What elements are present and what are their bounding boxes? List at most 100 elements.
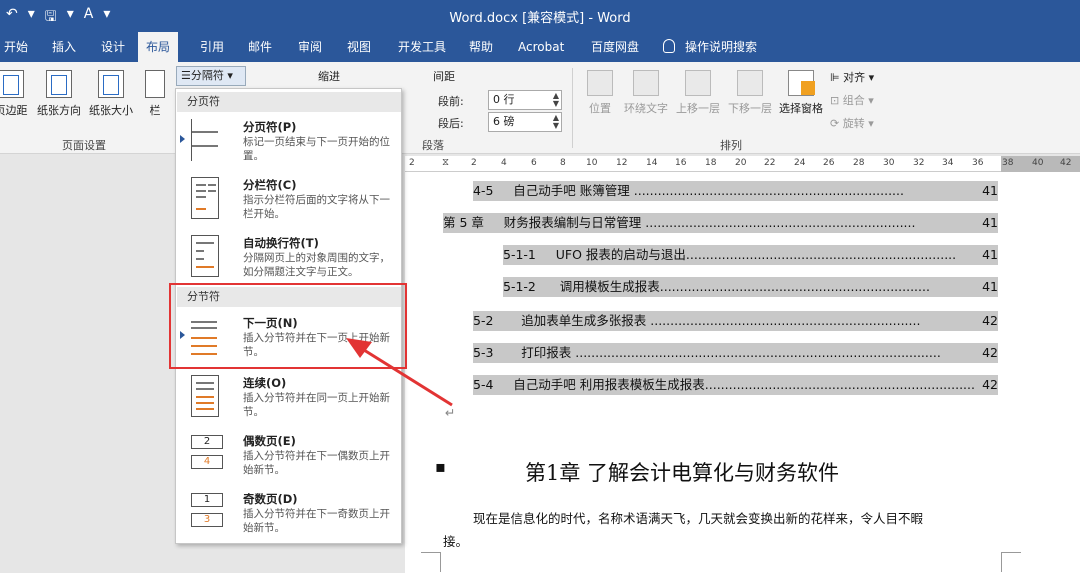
menu-item-text-wrapping-break[interactable]: 自动换行符(T) 分隔网页上的对象周围的文字，如分隔题注文字与正文。 [177,229,401,287]
ruler-tick: 18 [705,158,717,168]
menu-item-page-break[interactable]: 分页符(P) 标记一页结束与下一页开始的位置。 [177,113,401,171]
ruler-tick: 34 [942,158,954,168]
toc-number: 5-1-2 [503,279,536,294]
document-page[interactable]: 4-5 自己动手吧 账簿管理 .........................… [405,172,1080,573]
ruler-tick: 20 [735,158,747,168]
toc-number: 第 5 章 [443,215,484,230]
tell-me-search[interactable]: 操作说明搜索 [663,32,757,62]
columns-label: 栏 [149,104,161,117]
ruler-tick: 22 [764,158,776,168]
orientation-button[interactable]: 纸张方向 [34,70,84,118]
tab-developer[interactable]: 开发工具 [390,32,454,62]
window-title: Word.docx [兼容模式] - Word [449,11,631,26]
size-label: 纸张大小 [89,104,133,117]
rotate-button[interactable]: ⟳ 旋转 ▾ [830,115,874,131]
ruler-tick: 36 [972,158,984,168]
tab-view[interactable]: 视图 [339,32,379,62]
toc-number: 5-3 [473,345,494,360]
send-backward-icon [737,70,763,96]
selection-pane-label: 选择窗格 [779,102,823,115]
menu-item-description: 插入分节符并在下一偶数页上开始新节。 [243,450,390,476]
wrap-text-label: 环绕文字 [624,102,668,115]
crop-mark [1001,552,1021,572]
spacing-before-input[interactable]: 0 行 ▲ ▼ [488,90,562,110]
ruler-tick: 4 [501,158,507,168]
menu-item-odd-page[interactable]: 1 3 奇数页(D) 插入分节符并在下一奇数页上开始新节。 [177,485,401,543]
toc-dot-leader: ........................................… [645,215,916,230]
toc-line[interactable]: 第 5 章 财务报表编制与日常管理 ......................… [443,213,998,233]
menu-item-title: 奇数页(D) [243,492,298,506]
tab-layout[interactable]: 布局 [138,32,179,62]
ruler-tick: 28 [853,158,865,168]
tab-references[interactable]: 引用 [192,32,232,62]
tab-home[interactable]: 开始 [0,32,36,62]
menu-item-title: 偶数页(E) [243,434,296,448]
ruler-tick: 30 [883,158,895,168]
toc-dot-leader: ........................................… [685,247,957,262]
ribbon-tabs: 开始 插入 设计 布局 引用 邮件 审阅 视图 开发工具 帮助 Acrobat … [0,32,1080,62]
group-icon: ⊡ [830,94,840,107]
indent-marker-icon[interactable]: ⧖ [442,157,449,168]
wrap-text-button[interactable]: 环绕文字 [620,70,672,116]
ruler-tick: 10 [586,158,598,168]
paragraph-group-label: 段落 [422,139,444,152]
bring-forward-icon [685,70,711,96]
position-button[interactable]: 位置 [584,70,616,116]
selection-pane-button[interactable]: 选择窗格 [776,70,826,116]
tab-mailings[interactable]: 邮件 [240,32,280,62]
selection-pane-icon [788,70,815,96]
spinner-arrows-icon[interactable]: ▲ ▼ [553,114,559,130]
group-objects-button[interactable]: ⊡ 组合 ▾ [830,92,874,108]
toc-line[interactable]: 5-1-1 UFO 报表的启动与退出......................… [503,245,998,265]
send-backward-button[interactable]: 下移一层 [724,70,776,116]
paragraph-mark: ↵ [445,405,456,420]
menu-item-description: 分隔网页上的对象周围的文字，如分隔题注文字与正文。 [243,252,390,278]
size-button[interactable]: 纸张大小 [86,70,136,118]
tab-review[interactable]: 审阅 [290,32,330,62]
toc-text: 财务报表编制与日常管理 [503,215,642,230]
toc-line[interactable]: 4-5 自己动手吧 账簿管理 .........................… [473,181,998,201]
tab-insert[interactable]: 插入 [44,32,84,62]
spinner-arrows-icon[interactable]: ▲ ▼ [553,92,559,108]
tab-design[interactable]: 设计 [93,32,133,62]
breaks-icon: ☰ [181,69,191,82]
ruler-tick: 42 [1060,158,1072,168]
toc-number: 4-5 [473,183,494,198]
align-button[interactable]: ⊫ 对齐 ▾ [830,69,874,85]
columns-button[interactable]: 栏 [142,70,168,118]
menu-item-description: 标记一页结束与下一页开始的位置。 [243,136,390,162]
toc-line[interactable]: 5-2 追加表单生成多张报表 .........................… [473,311,998,331]
bring-forward-label: 上移一层 [676,102,720,115]
ruler-tick: 6 [531,158,537,168]
indent-label: 缩进 [318,70,340,83]
ruler-tick: 24 [794,158,806,168]
toc-dot-leader: ........................................… [633,183,904,198]
toc-page: 41 [982,245,998,265]
menu-item-description: 插入分节符并在同一页上开始新节。 [243,392,390,418]
breaks-button[interactable]: ☰分隔符 ▾ [176,66,246,86]
toc-line[interactable]: 5-4 自己动手吧 利用报表模板生成报表....................… [473,375,998,395]
menu-item-even-page[interactable]: 2 4 偶数页(E) 插入分节符并在下一偶数页上开始新节。 [177,427,401,485]
spacing-after-input[interactable]: 6 磅 ▲ ▼ [488,112,562,132]
toc-line[interactable]: 5-1-2 调用模板生成报表..........................… [503,277,998,297]
tab-help[interactable]: 帮助 [461,32,501,62]
horizontal-ruler[interactable]: 2 ⧖ 2 4 6 8 10 12 14 16 18 20 22 24 26 2… [405,156,1080,172]
bring-forward-button[interactable]: 上移一层 [672,70,724,116]
body-text-line[interactable]: 现在是信息化的时代，名称术语满天飞，几天就会变换出新的花样来，令人目不暇 [473,508,923,527]
pointer-marker-icon [180,135,185,143]
tab-acrobat[interactable]: Acrobat [510,32,572,62]
spacing-before-value: 0 行 [493,93,515,106]
title-bar: ↶ ▾ 🖫 ▾ A ▾ Word.docx [兼容模式] - Word [0,0,1080,32]
body-text-line[interactable]: 接。 [443,531,468,550]
continuous-break-icon [191,375,219,417]
chapter-heading[interactable]: 第1章 了解会计电算化与财务软件 [525,457,839,487]
menu-item-title: 分栏符(C) [243,178,297,192]
toc-line[interactable]: 5-3 打印报表 ...............................… [473,343,998,363]
menu-item-continuous[interactable]: 连续(O) 插入分节符并在同一页上开始新节。 [177,369,401,427]
rotate-icon: ⟳ [830,117,840,130]
menu-item-description: 插入分节符并在下一奇数页上开始新节。 [243,508,390,534]
toc-page: 42 [982,311,998,331]
tab-baidu-netdisk[interactable]: 百度网盘 [583,32,647,62]
margins-button[interactable]: 页边距 [0,70,28,118]
menu-item-column-break[interactable]: 分栏符(C) 指示分栏符后面的文字将从下一栏开始。 [177,171,401,229]
